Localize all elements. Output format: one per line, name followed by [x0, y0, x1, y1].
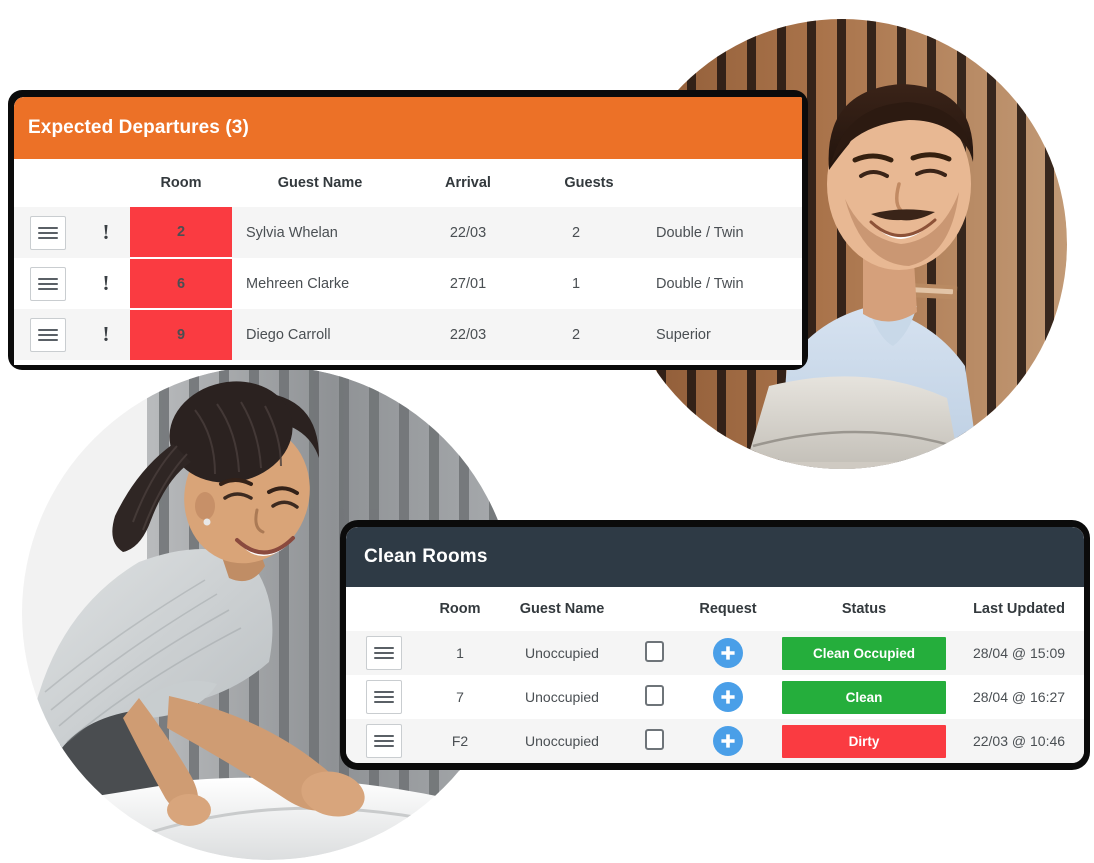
last-updated-cell: 22/03 @ 10:46 — [972, 733, 1066, 749]
dashboard-collage: Expected Departures (3) Room Guest Name … — [0, 0, 1094, 863]
col-header-menu — [14, 159, 82, 207]
plus-circle-icon[interactable] — [713, 638, 743, 668]
expected-departures-table: Room Guest Name Arrival Guests ! 2 Sylvi… — [14, 159, 802, 360]
table-row[interactable]: 7 Unoccupied Clean 28/04 @ 16:27 — [346, 675, 1084, 719]
hamburger-icon[interactable] — [30, 215, 66, 250]
hamburger-icon[interactable] — [30, 317, 66, 352]
last-updated-cell: 28/04 @ 16:27 — [972, 689, 1066, 705]
guests-count-cell: 1 — [571, 275, 581, 292]
col-header-room: Room — [422, 587, 498, 631]
plus-circle-icon[interactable] — [713, 726, 743, 756]
exclamation-icon: ! — [102, 220, 110, 244]
table-header-row: Room Guest Name Request Status Last Upda… — [346, 587, 1084, 631]
guest-name-cell: Unoccupied — [525, 733, 599, 749]
col-header-status: Status — [774, 587, 954, 631]
expected-departures-header: Expected Departures (3) — [14, 97, 802, 159]
alert-cell: ! — [82, 207, 130, 258]
row-menu-cell[interactable] — [14, 207, 82, 258]
room-number-cell[interactable]: 6 — [130, 258, 232, 310]
arrival-cell: 27/01 — [449, 275, 487, 292]
hamburger-icon[interactable] — [366, 724, 402, 758]
exclamation-icon: ! — [102, 322, 110, 346]
status-badge[interactable]: Dirty — [782, 724, 946, 758]
guest-name-cell: Diego Carroll — [246, 326, 331, 343]
hamburger-icon[interactable] — [366, 680, 402, 714]
arrival-cell: 22/03 — [449, 224, 487, 241]
row-menu-cell[interactable] — [346, 631, 422, 675]
arrival-cell: 22/03 — [449, 326, 487, 343]
table-row[interactable]: ! 2 Sylvia Whelan 22/03 2 Double / Twin — [14, 207, 802, 259]
clean-rooms-header: Clean Rooms — [346, 527, 1084, 587]
clean-rooms-title: Clean Rooms — [364, 546, 488, 567]
row-menu-cell[interactable] — [346, 719, 422, 763]
col-header-room-type — [650, 159, 802, 207]
guests-count-cell: 2 — [571, 326, 581, 343]
request-cell[interactable] — [682, 675, 774, 719]
col-header-guest-name: Guest Name — [232, 159, 408, 207]
select-room-checkbox[interactable] — [644, 685, 664, 706]
row-menu-cell[interactable] — [14, 258, 82, 309]
room-type-cell: Double / Twin — [656, 275, 744, 292]
room-type-cell: Double / Twin — [656, 224, 744, 241]
select-room-checkbox[interactable] — [644, 729, 664, 750]
table-header-row: Room Guest Name Arrival Guests — [14, 159, 802, 207]
room-type-cell: Superior — [656, 326, 711, 343]
expected-departures-card: Expected Departures (3) Room Guest Name … — [14, 97, 802, 365]
clean-rooms-card: Clean Rooms Room Guest Name Request Stat… — [346, 527, 1084, 763]
status-cell[interactable]: Dirty — [774, 719, 954, 763]
clean-rooms-table: Room Guest Name Request Status Last Upda… — [346, 587, 1084, 763]
col-header-last-updated: Last Updated — [954, 587, 1084, 631]
col-header-alert — [82, 159, 130, 207]
guest-name-cell: Mehreen Clarke — [246, 275, 350, 292]
guest-name-cell: Unoccupied — [525, 689, 599, 705]
request-cell[interactable] — [682, 719, 774, 763]
col-header-room: Room — [130, 159, 232, 207]
alert-cell: ! — [82, 258, 130, 309]
guests-count-cell: 2 — [571, 224, 581, 241]
guest-name-cell: Sylvia Whelan — [246, 224, 338, 241]
col-header-request: Request — [682, 587, 774, 631]
last-updated-cell: 28/04 @ 15:09 — [972, 645, 1066, 661]
alert-cell: ! — [82, 309, 130, 360]
row-checkbox-cell[interactable] — [626, 719, 682, 763]
room-number-cell[interactable]: 2 — [130, 207, 232, 259]
select-room-checkbox[interactable] — [644, 641, 664, 662]
plus-circle-icon[interactable] — [713, 682, 743, 712]
room-number-cell: F2 — [451, 733, 469, 749]
status-badge[interactable]: Clean Occupied — [782, 636, 946, 670]
status-cell[interactable]: Clean — [774, 675, 954, 719]
exclamation-icon: ! — [102, 271, 110, 295]
table-row[interactable]: F2 Unoccupied Dirty 22/03 @ 10:46 — [346, 719, 1084, 763]
row-checkbox-cell[interactable] — [626, 631, 682, 675]
row-checkbox-cell[interactable] — [626, 675, 682, 719]
room-number-cell: 1 — [456, 645, 464, 661]
row-menu-cell[interactable] — [346, 675, 422, 719]
guest-name-cell: Unoccupied — [525, 645, 599, 661]
status-badge[interactable]: Clean — [782, 680, 946, 714]
room-number-cell[interactable]: 9 — [130, 309, 232, 360]
col-header-guests: Guests — [528, 159, 650, 207]
expected-departures-title: Expected Departures (3) — [28, 117, 249, 138]
col-header-menu — [346, 587, 422, 631]
col-header-arrival: Arrival — [408, 159, 528, 207]
table-row[interactable]: ! 6 Mehreen Clarke 27/01 1 Double / Twin — [14, 258, 802, 310]
col-header-checkbox — [626, 587, 682, 631]
room-number-cell: 7 — [456, 689, 464, 705]
status-cell[interactable]: Clean Occupied — [774, 631, 954, 675]
col-header-guest-name: Guest Name — [498, 587, 626, 631]
row-menu-cell[interactable] — [14, 309, 82, 360]
hamburger-icon[interactable] — [30, 266, 66, 301]
table-row[interactable]: 1 Unoccupied Clean Occupied 28/04 @ 15:0… — [346, 631, 1084, 675]
table-row[interactable]: ! 9 Diego Carroll 22/03 2 Superior — [14, 309, 802, 360]
hamburger-icon[interactable] — [366, 636, 402, 670]
request-cell[interactable] — [682, 631, 774, 675]
